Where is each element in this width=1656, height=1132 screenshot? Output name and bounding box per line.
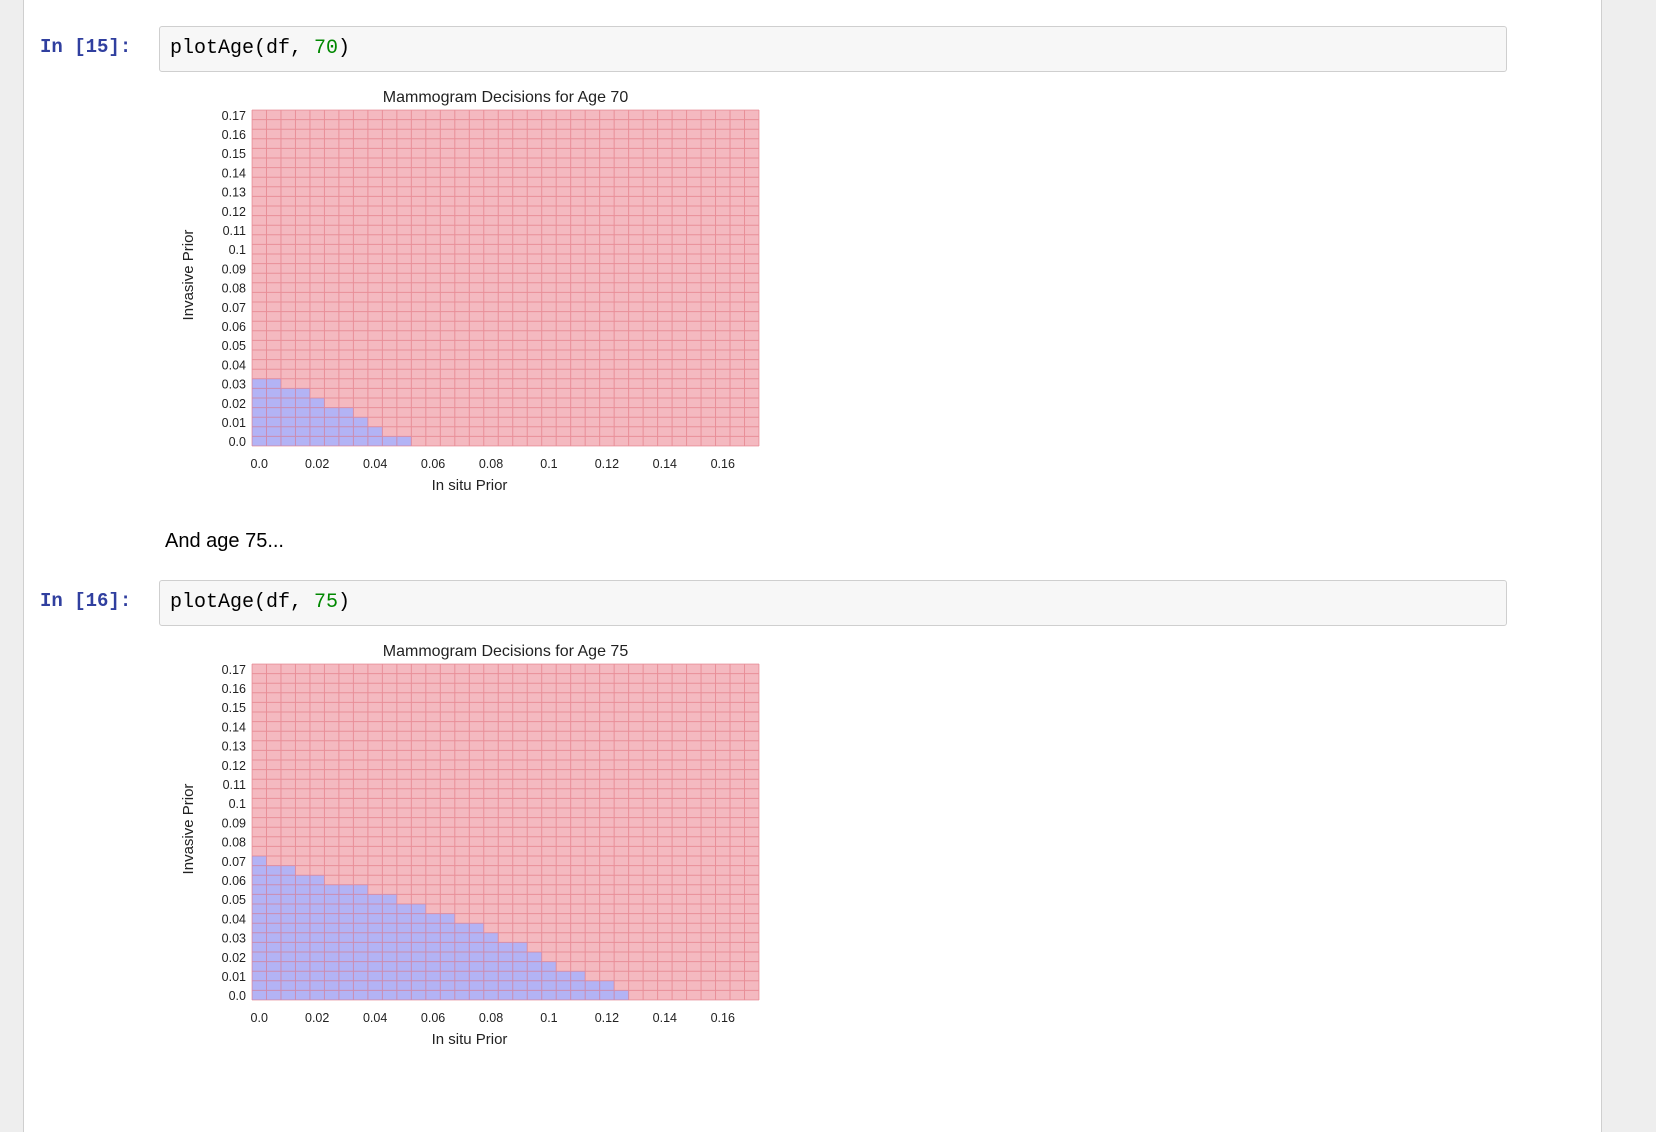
x-axis-label: In situ Prior — [432, 477, 508, 494]
y-tick-label: 0.17 — [222, 663, 246, 677]
x-tick-label: 0.14 — [653, 457, 677, 471]
x-tick-label: 0.06 — [421, 1011, 445, 1025]
x-tick-label: 0.16 — [711, 457, 735, 471]
y-tick-label: 0.02 — [222, 951, 246, 965]
x-axis-label: In situ Prior — [432, 1031, 508, 1048]
x-tick-label: 0.1 — [540, 1011, 557, 1025]
x-tick-label: 0.0 — [251, 1011, 268, 1025]
x-tick-label: 0.02 — [305, 1011, 329, 1025]
x-tick-label: 0.16 — [711, 1011, 735, 1025]
code-fn: plotAge(df, — [170, 37, 315, 60]
y-tick-label: 0.15 — [222, 147, 246, 161]
chart-title: Mammogram Decisions for Age 75 — [383, 643, 629, 660]
y-tick-label: 0.04 — [222, 358, 246, 372]
x-tick-label: 0.06 — [421, 457, 445, 471]
y-tick-label: 0.0 — [229, 989, 246, 1003]
y-tick-label: 0.09 — [222, 816, 246, 830]
code-line: plotAge(df, 70) — [170, 37, 350, 60]
y-tick-label: 0.13 — [222, 740, 246, 754]
x-tick-label: 0.04 — [363, 1011, 387, 1025]
y-tick-label: 0.0 — [229, 435, 246, 449]
y-tick-label: 0.12 — [222, 759, 246, 773]
y-tick-label: 0.11 — [223, 224, 246, 238]
code-close: ) — [338, 591, 351, 614]
y-tick-label: 0.08 — [222, 836, 246, 850]
y-axis-label: Invasive Prior — [180, 230, 197, 321]
markdown-text: And age 75... — [165, 530, 284, 552]
code-arg: 75 — [314, 591, 339, 614]
y-tick-label: 0.05 — [222, 339, 246, 353]
y-axis-label: Invasive Prior — [180, 784, 197, 875]
x-tick-label: 0.04 — [363, 457, 387, 471]
chart-title: Mammogram Decisions for Age 70 — [383, 89, 629, 106]
code-arg: 70 — [314, 37, 339, 60]
y-tick-label: 0.14 — [222, 166, 246, 180]
y-tick-label: 0.1 — [229, 797, 246, 811]
y-tick-label: 0.16 — [222, 682, 246, 696]
y-tick-label: 0.07 — [222, 301, 246, 315]
y-tick-label: 0.17 — [222, 109, 246, 123]
y-tick-label: 0.04 — [222, 912, 246, 926]
x-tick-label: 0.08 — [479, 457, 503, 471]
x-tick-label: 0.14 — [653, 1011, 677, 1025]
region-red — [252, 110, 759, 446]
code-close: ) — [338, 37, 351, 60]
x-tick-label: 0.1 — [540, 457, 557, 471]
y-tick-label: 0.12 — [222, 205, 246, 219]
y-tick-label: 0.15 — [222, 701, 246, 715]
code-cell-input[interactable]: plotAge(df, 70) — [159, 26, 1507, 72]
y-tick-label: 0.03 — [222, 378, 246, 392]
notebook-container: In [15]: plotAge(df, 70) Mammogram Decis… — [23, 0, 1602, 1132]
page-scrollbar[interactable] — [1642, 0, 1656, 1132]
chart-age-75: Mammogram Decisions for Age 75 0.0 0.01 0.0… — [180, 643, 760, 1048]
y-tick-label: 0.11 — [223, 778, 246, 792]
y-tick-label: 0.01 — [222, 970, 246, 984]
y-tick-label: 0.16 — [222, 128, 246, 142]
y-tick-label: 0.09 — [222, 262, 246, 276]
x-tick-label: 0.12 — [595, 1011, 619, 1025]
y-tick-label: 0.07 — [222, 855, 246, 869]
y-tick-label: 0.06 — [222, 874, 246, 888]
y-tick-label: 0.02 — [222, 397, 246, 411]
input-prompt: In [16]: — [40, 590, 132, 612]
y-tick-label: 0.01 — [222, 416, 246, 430]
chart-age-70: Mammogram Decisions for Age 70 0.0 0.01 0.0… — [180, 89, 760, 494]
x-tick-label: 0.08 — [479, 1011, 503, 1025]
y-tick-label: 0.05 — [222, 893, 246, 907]
y-tick-label: 0.03 — [222, 932, 246, 946]
x-tick-label: 0.12 — [595, 457, 619, 471]
code-fn: plotAge(df, — [170, 591, 315, 614]
y-tick-label: 0.06 — [222, 320, 246, 334]
y-tick-label: 0.14 — [222, 720, 246, 734]
input-prompt: In [15]: — [40, 36, 132, 58]
x-tick-label: 0.02 — [305, 457, 329, 471]
code-cell-input[interactable]: plotAge(df, 75) — [159, 580, 1507, 626]
x-tick-label: 0.0 — [251, 457, 268, 471]
y-tick-label: 0.1 — [229, 243, 246, 257]
y-tick-label: 0.08 — [222, 282, 246, 296]
y-tick-label: 0.13 — [222, 186, 246, 200]
code-line: plotAge(df, 75) — [170, 591, 350, 614]
